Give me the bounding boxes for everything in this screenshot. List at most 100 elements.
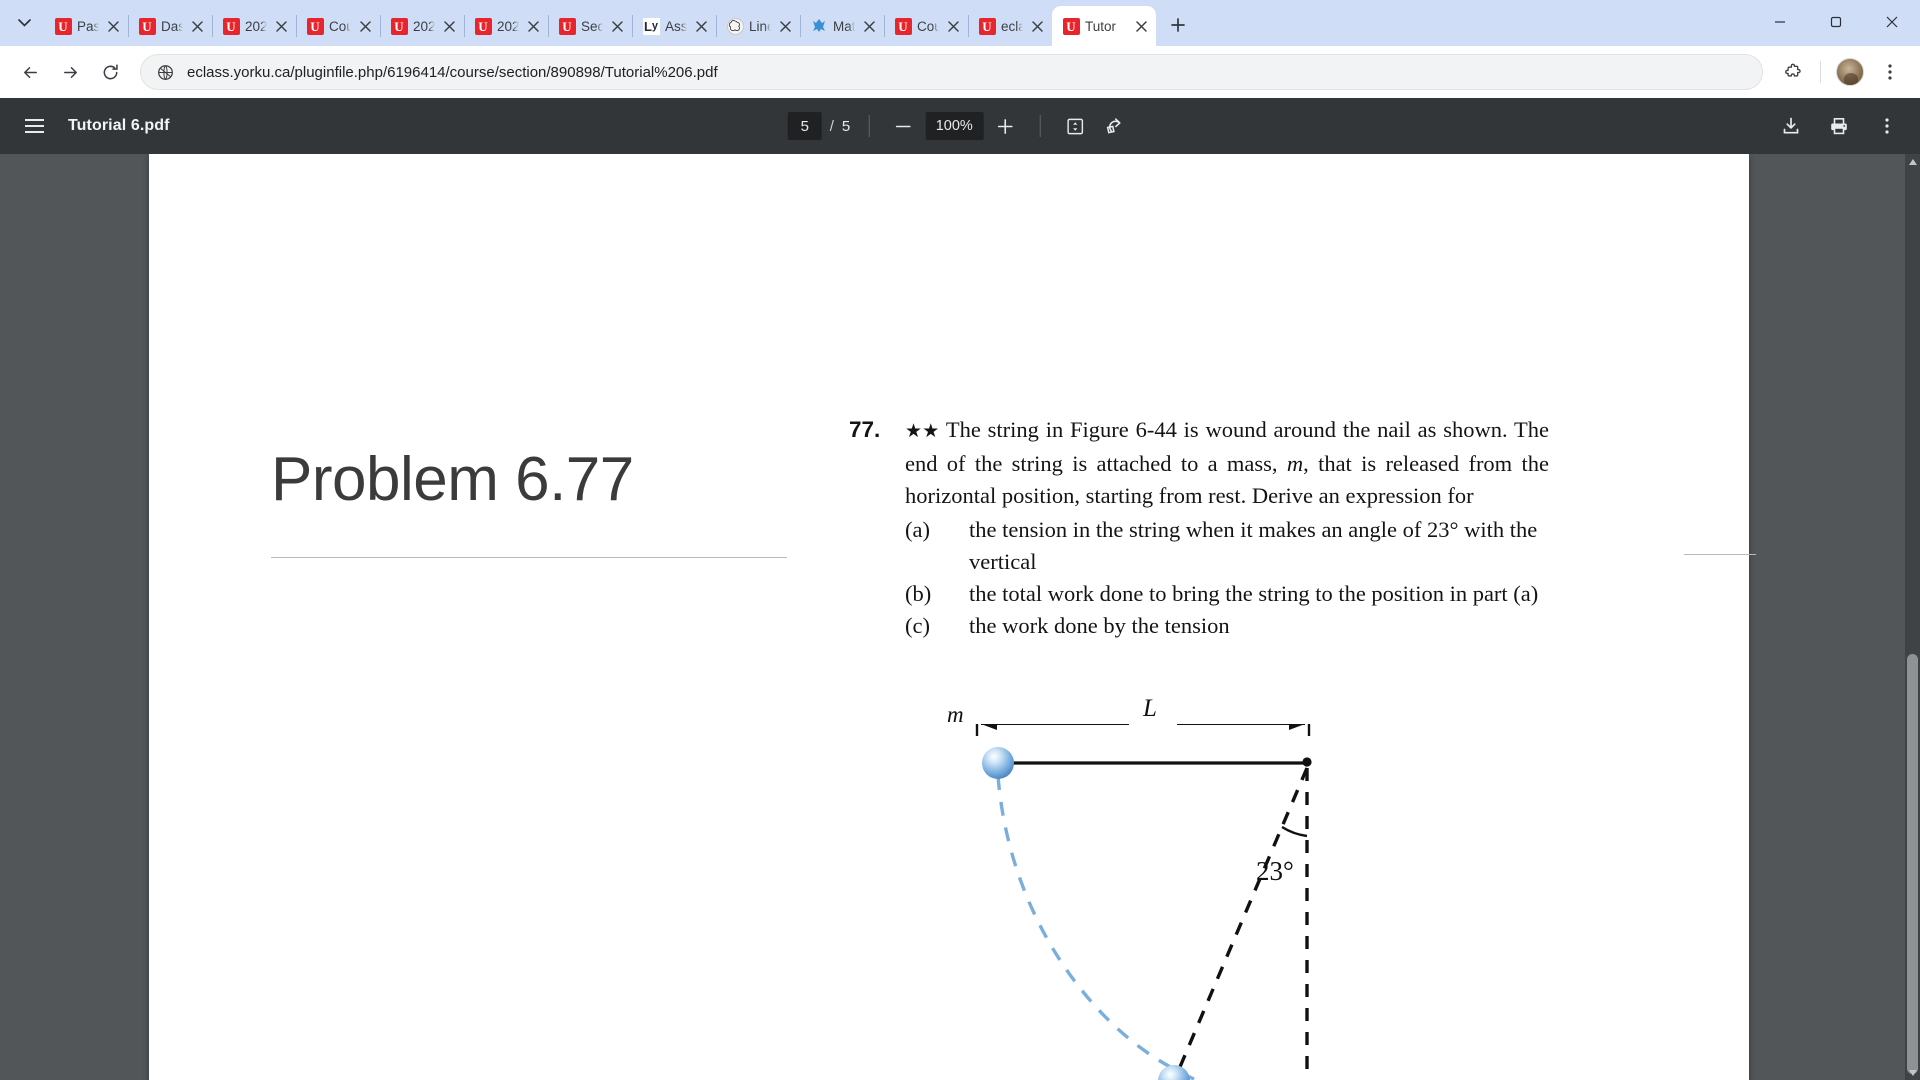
tab-title: Passp bbox=[77, 18, 99, 34]
u-logo-icon: U bbox=[306, 17, 324, 35]
browser-tab[interactable]: U Cour bbox=[884, 6, 969, 46]
rotate-icon[interactable] bbox=[1098, 109, 1132, 143]
browser-tab[interactable]: U Secti bbox=[548, 6, 633, 46]
browser-tab[interactable]: U Cour bbox=[296, 6, 381, 46]
problem-part-label: (b) bbox=[905, 581, 932, 606]
page-number-input[interactable]: 5 bbox=[787, 112, 822, 140]
new-tab-button[interactable] bbox=[1162, 9, 1194, 41]
close-icon[interactable] bbox=[692, 17, 710, 35]
figure-length-label: L bbox=[1137, 695, 1163, 723]
close-icon[interactable] bbox=[188, 17, 206, 35]
close-icon[interactable] bbox=[776, 17, 794, 35]
tab-title: Tutor bbox=[1085, 18, 1117, 34]
browser-menu-button[interactable] bbox=[1872, 54, 1908, 90]
figure-6-44: m L 23° bbox=[947, 695, 1369, 1080]
vertical-scrollbar[interactable] bbox=[1905, 154, 1920, 1080]
browser-tab[interactable]: Line bbox=[716, 6, 801, 46]
u-logo-icon: U bbox=[558, 17, 576, 35]
tab-search-button[interactable] bbox=[4, 3, 44, 43]
problem-intro-row: 77. ★★ The string in Figure 6-44 is woun… bbox=[849, 414, 1549, 512]
u-logo-icon: U bbox=[54, 17, 72, 35]
close-icon[interactable] bbox=[524, 17, 542, 35]
problem-text-block: 77. ★★ The string in Figure 6-44 is woun… bbox=[849, 414, 1549, 642]
problem-part-label: (c) bbox=[905, 613, 930, 638]
window-controls bbox=[1752, 0, 1920, 44]
close-icon[interactable] bbox=[104, 17, 122, 35]
pdf-page-controls: 5 / 5 100% bbox=[787, 109, 1133, 143]
browser-tab[interactable]: U 2024 bbox=[212, 6, 297, 46]
toolbar-divider bbox=[868, 115, 870, 137]
extensions-button[interactable] bbox=[1775, 54, 1811, 90]
pdf-toolbar-right bbox=[1774, 109, 1904, 143]
tab-title: Assig bbox=[665, 18, 687, 34]
scrollbar-thumb[interactable] bbox=[1907, 654, 1918, 1074]
u-logo-icon: U bbox=[474, 17, 492, 35]
browser-tab-active[interactable]: U Tutor bbox=[1052, 6, 1156, 46]
toolbar-divider bbox=[1820, 61, 1821, 83]
close-icon[interactable] bbox=[440, 17, 458, 35]
u-logo-icon: U bbox=[222, 17, 240, 35]
tab-title: eclas bbox=[1001, 18, 1023, 34]
browser-tab[interactable]: U Passp bbox=[44, 6, 129, 46]
maximize-button[interactable] bbox=[1808, 0, 1864, 44]
browser-tab[interactable]: U 2024 bbox=[464, 6, 549, 46]
right-rule bbox=[1684, 554, 1756, 555]
tab-title: 2024 bbox=[497, 18, 519, 34]
forward-button[interactable] bbox=[52, 54, 88, 90]
problem-part: (a) the tension in the string when it ma… bbox=[905, 514, 1549, 578]
browser-tab[interactable]: U eclas bbox=[968, 6, 1053, 46]
difficulty-stars: ★★ bbox=[905, 421, 940, 442]
zoom-in-button[interactable] bbox=[989, 110, 1021, 142]
u-logo-icon: U bbox=[1062, 17, 1080, 35]
pdf-document-title: Tutorial 6.pdf bbox=[68, 117, 170, 134]
clipped-text-above bbox=[977, 402, 1617, 410]
reload-button[interactable] bbox=[92, 54, 128, 90]
zoom-level-input[interactable]: 100% bbox=[925, 112, 984, 140]
pdf-more-options-icon[interactable] bbox=[1870, 109, 1904, 143]
tab-title: Cour bbox=[917, 18, 939, 34]
hamburger-icon[interactable] bbox=[16, 108, 52, 144]
pdf-viewer: Tutorial 6.pdf 5 / 5 100% Problem 6.77 7… bbox=[0, 98, 1920, 1080]
problem-intro: ★★ The string in Figure 6-44 is wound ar… bbox=[905, 414, 1549, 512]
toolbar-actions bbox=[1775, 54, 1908, 90]
tab-title: 2024 bbox=[413, 18, 435, 34]
close-icon[interactable] bbox=[272, 17, 290, 35]
page-total: 5 bbox=[841, 117, 851, 135]
u-logo-icon: U bbox=[138, 17, 156, 35]
problem-parts-list: (a) the tension in the string when it ma… bbox=[849, 514, 1549, 642]
mathworks-logo-icon bbox=[810, 17, 828, 35]
close-icon[interactable] bbox=[860, 17, 878, 35]
browser-tab[interactable]: U 2024 bbox=[380, 6, 465, 46]
globe-icon[interactable] bbox=[155, 62, 175, 82]
tab-title: Line bbox=[749, 18, 771, 34]
download-icon[interactable] bbox=[1774, 109, 1808, 143]
openai-logo-icon bbox=[726, 17, 744, 35]
problem-part: (c) the work done by the tension bbox=[905, 610, 1549, 642]
close-window-button[interactable] bbox=[1864, 0, 1920, 44]
caret-up-icon[interactable] bbox=[1905, 154, 1920, 169]
title-underline bbox=[271, 557, 787, 558]
u-logo-icon: U bbox=[894, 17, 912, 35]
caret-down-icon[interactable] bbox=[1905, 1065, 1920, 1080]
close-icon[interactable] bbox=[1028, 17, 1046, 35]
close-icon[interactable] bbox=[944, 17, 962, 35]
address-bar[interactable]: eclass.yorku.ca/pluginfile.php/6196414/c… bbox=[140, 54, 1763, 90]
problem-number: 77. bbox=[849, 417, 881, 442]
pdf-toolbar-left: Tutorial 6.pdf bbox=[16, 108, 170, 144]
close-icon[interactable] bbox=[1132, 17, 1150, 35]
avatar[interactable] bbox=[1836, 58, 1864, 86]
back-button[interactable] bbox=[12, 54, 48, 90]
browser-tab[interactable]: U Dashb bbox=[128, 6, 213, 46]
browser-window: U Passp U Dashb U 2024 U Cour bbox=[0, 0, 1920, 1080]
browser-tab[interactable]: Ly Assig bbox=[632, 6, 717, 46]
browser-tab[interactable]: Math bbox=[800, 6, 885, 46]
close-icon[interactable] bbox=[356, 17, 374, 35]
fit-page-icon[interactable] bbox=[1058, 109, 1092, 143]
problem-part-text: the work done by the tension bbox=[969, 613, 1230, 638]
figure-angle-label: 23° bbox=[1256, 856, 1294, 886]
print-icon[interactable] bbox=[1822, 109, 1856, 143]
zoom-out-button[interactable] bbox=[887, 110, 919, 142]
pdf-page: Problem 6.77 77. ★★ The string in Figure… bbox=[149, 154, 1756, 1080]
minimize-button[interactable] bbox=[1752, 0, 1808, 44]
close-icon[interactable] bbox=[608, 17, 626, 35]
